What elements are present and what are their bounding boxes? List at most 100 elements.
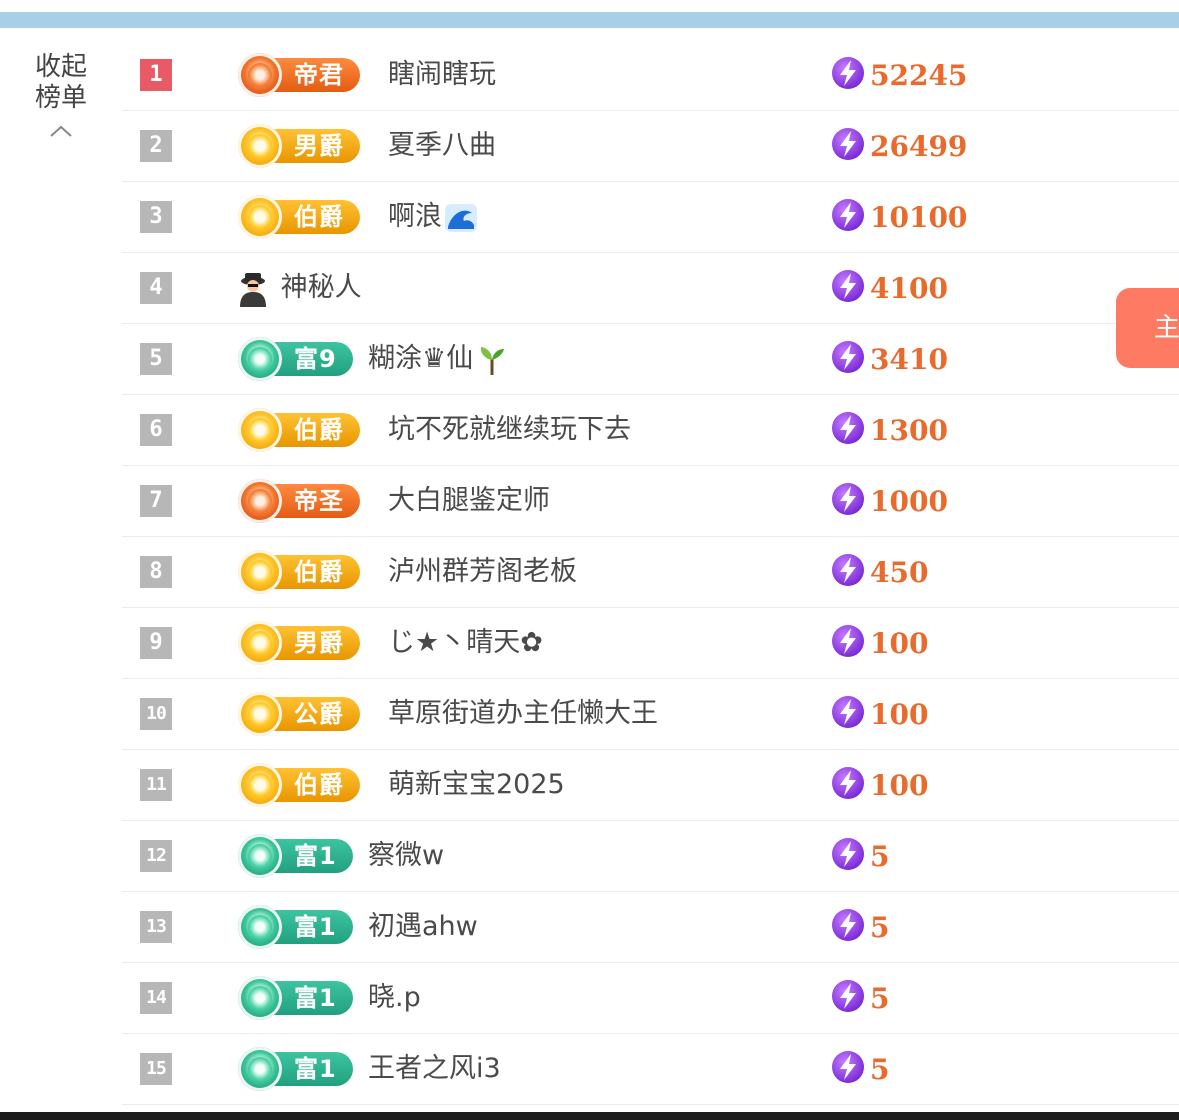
rank-badge: 6 [140, 414, 172, 446]
rank-badge: 13 [140, 911, 172, 943]
rank-badge: 10 [140, 698, 172, 730]
medal-icon [238, 479, 282, 523]
rank-badge: 5 [140, 343, 172, 375]
lightning-icon [830, 552, 866, 592]
score: 5 [830, 1051, 889, 1087]
table-row[interactable]: 7 帝圣 大白腿鉴定师 1000 [122, 466, 1179, 537]
user-name[interactable]: 坑不死就继续玩下去 [388, 411, 631, 449]
user-name-text: 糊涂♛仙 [368, 343, 474, 374]
score-value: 100 [870, 626, 929, 660]
score-value: 10100 [870, 200, 968, 234]
user-name[interactable]: 晓.p [368, 979, 421, 1017]
table-row[interactable]: 5 富9 糊涂♛仙 3410 [122, 324, 1179, 395]
medal-icon [238, 692, 282, 736]
user-name[interactable]: 啊浪 [388, 198, 478, 236]
medal-icon [238, 195, 282, 239]
table-row[interactable]: 9 男爵 じ★丶晴天✿ 100 [122, 608, 1179, 679]
score: 26499 [830, 128, 967, 164]
collapse-label-line1: 收起 [34, 52, 87, 82]
side-tab-label: 主 [1154, 313, 1179, 343]
rank-badge: 8 [140, 556, 172, 588]
user-name-text: 坑不死就继续玩下去 [388, 414, 631, 445]
table-row[interactable]: 15 富1 王者之风i3 5 [122, 1034, 1179, 1105]
title-badge: 富9 [238, 337, 353, 381]
rank-badge: 15 [140, 1053, 172, 1085]
chevron-up-icon [50, 125, 72, 137]
user-name[interactable]: 夏季八曲 [388, 127, 496, 165]
table-row[interactable]: 12 富1 察微w 5 [122, 821, 1179, 892]
lightning-icon [830, 268, 866, 308]
score: 3410 [830, 341, 948, 377]
top-accent-bar [0, 12, 1179, 28]
lightning-icon [830, 339, 866, 379]
user-name[interactable]: 大白腿鉴定师 [388, 482, 550, 520]
title-badge: 伯爵 [238, 763, 360, 807]
medal-icon [238, 53, 282, 97]
score: 100 [830, 696, 928, 732]
table-row[interactable]: 3 伯爵 啊浪 10100 [122, 182, 1179, 253]
rank-badge: 12 [140, 840, 172, 872]
user-name[interactable]: 王者之风i3 [368, 1050, 501, 1088]
user-name-text: 晓.p [368, 982, 421, 1013]
user-name[interactable]: 察微w [368, 837, 444, 875]
user-name[interactable]: 泸州群芳阁老板 [388, 553, 577, 591]
lightning-icon [830, 836, 866, 876]
table-row[interactable]: 2 男爵 夏季八曲 26499 [122, 111, 1179, 182]
user-name[interactable]: 糊涂♛仙 [368, 340, 509, 378]
lightning-icon [830, 197, 866, 237]
title-badge: 富1 [238, 834, 353, 878]
table-row[interactable]: 6 伯爵 坑不死就继续玩下去 1300 [122, 395, 1179, 466]
score-value: 100 [870, 768, 929, 802]
score: 52245 [830, 57, 967, 93]
score: 5 [830, 909, 889, 945]
title-badge: 伯爵 [238, 550, 360, 594]
table-row[interactable]: 1 帝君 瞎闹瞎玩 52245 [122, 40, 1179, 111]
user-name[interactable]: 萌新宝宝2025 [388, 766, 565, 804]
table-row[interactable]: 10 公爵 草原街道办主任懒大王 100 [122, 679, 1179, 750]
title-badge: 男爵 [238, 621, 360, 665]
medal-icon [238, 550, 282, 594]
score: 100 [830, 767, 928, 803]
medal-icon [238, 834, 282, 878]
rank-badge: 1 [140, 59, 172, 91]
score-value: 3410 [870, 342, 948, 376]
rank-badge: 2 [140, 130, 172, 162]
title-badge: 伯爵 [238, 195, 360, 239]
table-row[interactable]: 4 神秘人 4100 [122, 253, 1179, 324]
title-badge: 公爵 [238, 692, 360, 736]
mystery-person-icon [232, 272, 272, 307]
user-name-text: じ★丶晴天✿ [388, 627, 543, 658]
user-name-text: 夏季八曲 [388, 130, 496, 161]
collapse-label-line2: 榜单 [34, 83, 87, 113]
lightning-icon [830, 1049, 866, 1089]
table-row[interactable]: 11 伯爵 萌新宝宝2025 100 [122, 750, 1179, 821]
user-name[interactable]: 神秘人 [232, 269, 362, 307]
medal-icon [238, 976, 282, 1020]
score: 10100 [830, 199, 967, 235]
score-value: 5 [870, 910, 890, 944]
medal-icon [238, 905, 282, 949]
user-name-text: 王者之风i3 [368, 1053, 501, 1084]
medal-icon [238, 408, 282, 452]
medal-icon [238, 763, 282, 807]
user-name[interactable]: 草原街道办主任懒大王 [388, 695, 658, 733]
medal-icon [238, 337, 282, 381]
side-tab-button[interactable]: 主 [1116, 288, 1179, 368]
user-name[interactable]: 初遇ahw [368, 908, 478, 946]
user-name-text: 瞎闹瞎玩 [388, 59, 496, 90]
title-badge: 男爵 [238, 124, 360, 168]
score: 5 [830, 980, 889, 1016]
table-row[interactable]: 14 富1 晓.p 5 [122, 963, 1179, 1034]
table-row[interactable]: 8 伯爵 泸州群芳阁老板 450 [122, 537, 1179, 608]
user-name-text: 察微w [368, 840, 445, 871]
score: 1300 [830, 412, 948, 448]
user-name[interactable]: じ★丶晴天✿ [388, 624, 543, 662]
collapse-leaderboard-button[interactable]: 收起 榜单 [22, 52, 100, 138]
user-name[interactable]: 瞎闹瞎玩 [388, 56, 496, 94]
wave-icon [442, 201, 478, 232]
rank-badge: 3 [140, 201, 172, 233]
table-row[interactable]: 13 富1 初遇ahw 5 [122, 892, 1179, 963]
lightning-icon [830, 481, 866, 521]
rank-badge: 11 [140, 769, 172, 801]
lightning-icon [830, 978, 866, 1018]
